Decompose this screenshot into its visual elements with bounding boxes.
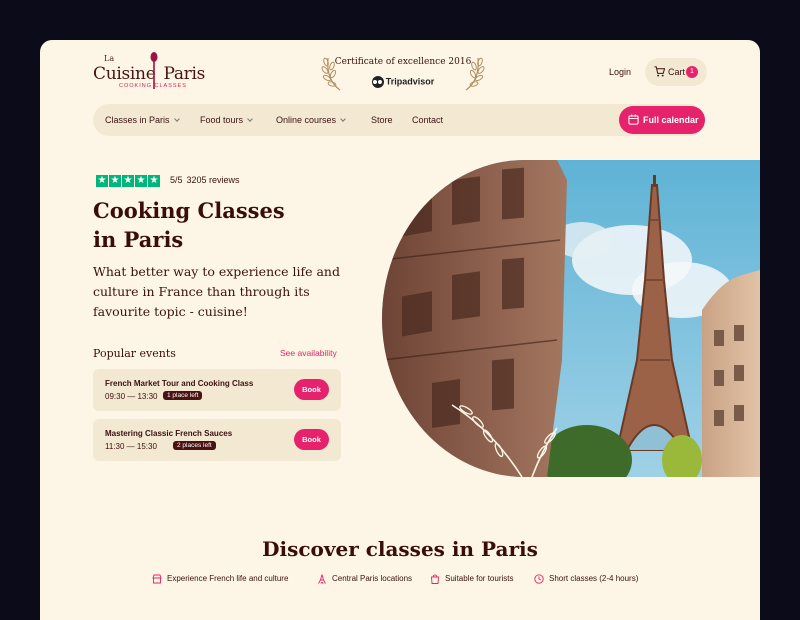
cart-button[interactable]: Cart 1 <box>645 58 707 86</box>
trustpilot-stars <box>96 174 161 192</box>
feature-item: Short classes (2-4 hours) <box>534 574 638 584</box>
chevron-down-icon <box>340 116 346 122</box>
event-name: Mastering Classic French Sauces <box>105 429 233 438</box>
cart-count-badge: 1 <box>686 66 698 78</box>
market-icon <box>152 574 162 584</box>
full-calendar-label: Full calendar <box>643 115 699 125</box>
paris-eiffel-tower-illustration <box>382 160 760 477</box>
star-icon <box>135 174 147 188</box>
nav-item-online-courses[interactable]: Online courses <box>276 115 346 125</box>
calendar-icon <box>628 114 639 125</box>
page-title: Cooking Classes in Paris <box>93 198 285 252</box>
rating-summary: 5/5 3205 reviews <box>170 175 240 185</box>
site-logo[interactable]: La Cuisine Paris COOKING CLASSES <box>93 52 205 92</box>
feature-item: Suitable for tourists <box>430 574 513 584</box>
hero-image <box>382 160 760 477</box>
star-icon <box>122 174 134 188</box>
star-icon <box>109 174 121 188</box>
rating-score: 5/5 <box>170 175 183 185</box>
login-link[interactable]: Login <box>609 67 631 77</box>
logo-subtitle: COOKING CLASSES <box>119 83 187 89</box>
certificate-badge: Certificate of excellence 2016 Tripadvis… <box>320 50 486 96</box>
review-count: 3205 reviews <box>186 175 240 185</box>
eiffel-tower-icon <box>318 574 326 584</box>
logo-la: La <box>104 54 115 63</box>
shopping-bag-icon <box>431 574 439 584</box>
nav-item-food-tours[interactable]: Food tours <box>200 115 253 125</box>
feature-item: Central Paris locations <box>317 574 412 584</box>
full-calendar-button[interactable]: Full calendar <box>619 106 705 134</box>
tripadvisor-owl-icon <box>371 76 384 88</box>
cart-label: Cart <box>668 67 686 77</box>
clock-icon <box>534 574 544 584</box>
book-button[interactable]: Book <box>294 429 329 450</box>
see-availability-link[interactable]: See availability <box>280 348 337 358</box>
nav-item-store[interactable]: Store <box>371 115 393 125</box>
event-card: Mastering Classic French Sauces 11:30 — … <box>93 419 341 461</box>
star-icon <box>148 174 160 188</box>
star-icon <box>96 174 108 188</box>
availability-badge: 2 places left <box>173 441 216 450</box>
event-time: 09:30 — 13:30 <box>105 392 158 401</box>
book-button[interactable]: Book <box>294 379 329 400</box>
event-name: French Market Tour and Cooking Class <box>105 379 254 388</box>
chevron-down-icon <box>247 116 253 122</box>
certificate-title: Certificate of excellence 2016 <box>334 57 472 67</box>
chevron-down-icon <box>173 116 180 122</box>
feature-item: Experience French life and culture <box>152 574 288 584</box>
page-frame: La Cuisine Paris COOKING CLASSES Certifi… <box>40 40 760 620</box>
availability-badge: 1 place left <box>163 391 203 400</box>
cart-icon <box>654 66 665 77</box>
main-nav: Classes in Paris Food tours Online cours… <box>93 104 705 136</box>
popular-events-heading: Popular events <box>93 347 176 360</box>
discover-heading: Discover classes in Paris <box>262 537 538 561</box>
event-time: 11:30 — 15:30 <box>105 442 157 451</box>
nav-item-classes-in-paris[interactable]: Classes in Paris <box>105 115 180 125</box>
hero-lead: What better way to experience life and c… <box>93 264 340 319</box>
nav-item-contact[interactable]: Contact <box>412 115 443 125</box>
tripadvisor-logo: Tripadvisor <box>320 76 486 88</box>
event-card: French Market Tour and Cooking Class 09:… <box>93 369 341 411</box>
